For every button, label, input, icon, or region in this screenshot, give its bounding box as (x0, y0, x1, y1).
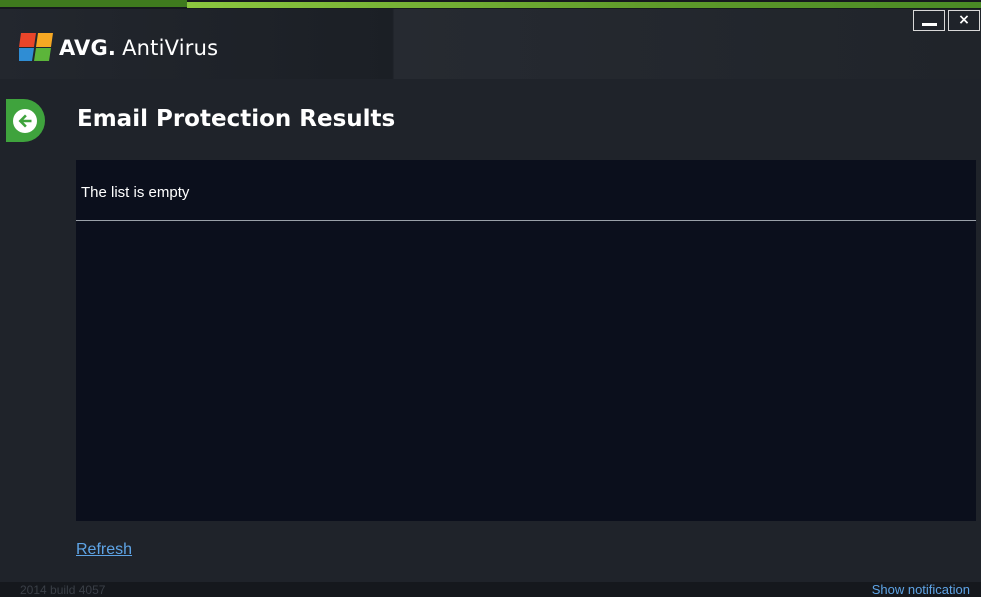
minimize-button[interactable] (913, 10, 945, 31)
empty-list-message: The list is empty (81, 184, 190, 201)
avg-logo-icon (19, 33, 53, 61)
list-divider (76, 220, 976, 221)
app-window: AVG. AntiVirus × Email Protection Results… (0, 0, 981, 597)
close-button[interactable]: × (948, 10, 980, 31)
back-button[interactable] (6, 99, 45, 142)
results-list[interactable]: The list is empty (76, 160, 976, 521)
app-title: AVG. AntiVirus (59, 36, 218, 60)
accent-bar-left (0, 0, 187, 7)
title-bar: AVG. AntiVirus (0, 9, 981, 79)
close-icon: × (958, 12, 970, 28)
status-bar: 2014 build 4057 Show notification (0, 582, 981, 597)
minimize-icon (922, 23, 937, 26)
show-notification-link[interactable]: Show notification (872, 582, 970, 597)
product-name: AntiVirus (122, 36, 219, 60)
brand-name: AVG. (59, 36, 117, 60)
page-title: Email Protection Results (77, 106, 396, 132)
build-info: 2014 build 4057 (20, 583, 106, 597)
accent-bar-right (187, 2, 981, 8)
refresh-link[interactable]: Refresh (76, 541, 132, 559)
arrow-left-icon (13, 109, 37, 133)
accent-bar (0, 0, 981, 9)
